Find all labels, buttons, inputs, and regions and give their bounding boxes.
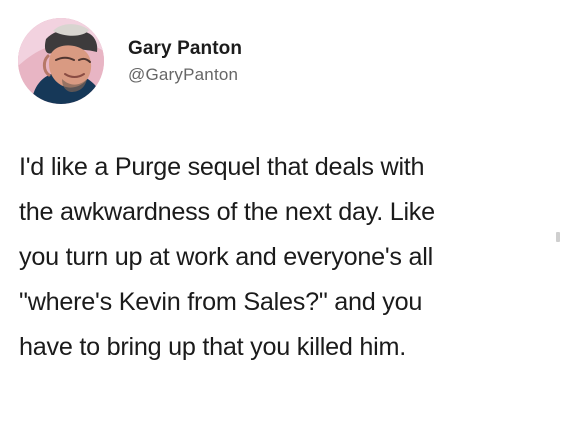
author-display-name[interactable]: Gary Panton [128,38,242,60]
tweet-line: "where's Kevin from Sales?" and you [19,288,423,316]
author-handle[interactable]: @GaryPanton [128,65,242,85]
tweet-line: have to bring up that you killed him. [19,333,406,361]
avatar[interactable] [18,18,104,104]
tweet-text: I'd like a Purge sequel that deals with … [19,145,545,370]
tweet-card: Gary Panton @GaryPanton I'd like a Purge… [0,0,563,425]
profile-photo-icon [18,18,104,104]
tweet-line: you turn up at work and everyone's all [19,243,433,271]
tweet-header: Gary Panton @GaryPanton [18,18,242,104]
author-names: Gary Panton @GaryPanton [128,38,242,85]
scroll-indicator [556,232,560,242]
tweet-line: the awkwardness of the next day. Like [19,198,435,226]
tweet-line: I'd like a Purge sequel that deals with [19,153,425,181]
